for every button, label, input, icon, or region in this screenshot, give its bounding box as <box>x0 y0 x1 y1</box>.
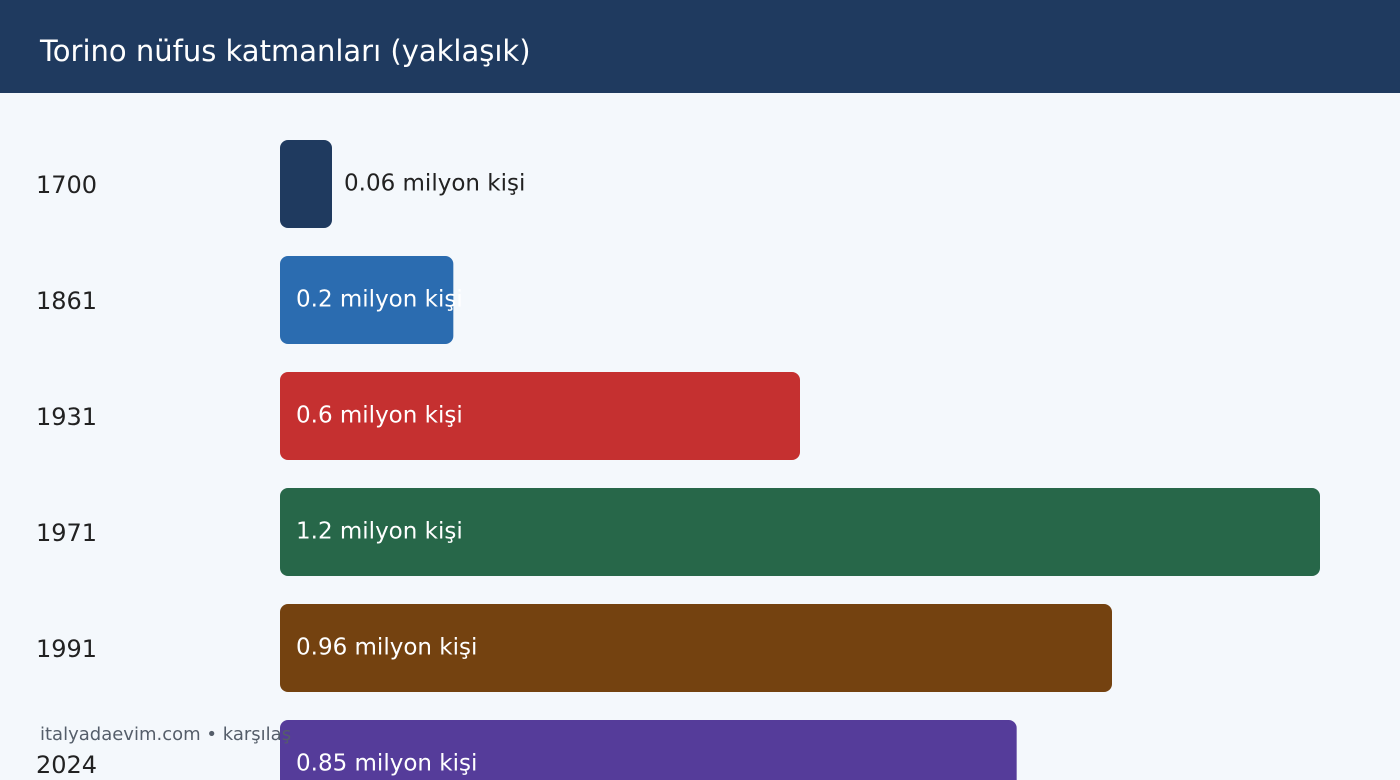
value-label: 0.85 milyon kişi <box>296 751 477 777</box>
value-label: 0.6 milyon kişi <box>296 403 463 429</box>
value-label: 0.96 milyon kişi <box>296 635 477 661</box>
category-label: 1700 <box>36 171 97 199</box>
footer-credit: italyadaevim.com • karşılaş <box>40 722 291 748</box>
category-label: 2024 <box>36 751 97 779</box>
category-label: 1991 <box>36 635 97 663</box>
category-label: 1861 <box>36 287 97 315</box>
footer-separator: • <box>206 724 218 745</box>
value-label: 0.2 milyon kişi <box>296 287 463 313</box>
bar <box>280 140 332 228</box>
page-title: Torino nüfus katmanları (yaklaşık) <box>40 34 531 68</box>
category-label: 1931 <box>36 403 97 431</box>
footer-note: karşılaş <box>222 724 292 745</box>
category-label: 1971 <box>36 519 97 547</box>
population-bar-chart: 1700 0.06 milyon kişi 1861 0.2 milyon kişi 1… <box>36 140 1320 780</box>
value-label: 1.2 milyon kişi <box>296 519 463 545</box>
footer-site: italyadaevim.com <box>40 724 201 745</box>
header-bar: Torino nüfus katmanları (yaklaşık) <box>0 0 1400 93</box>
value-label: 0.06 milyon kişi <box>344 171 525 197</box>
